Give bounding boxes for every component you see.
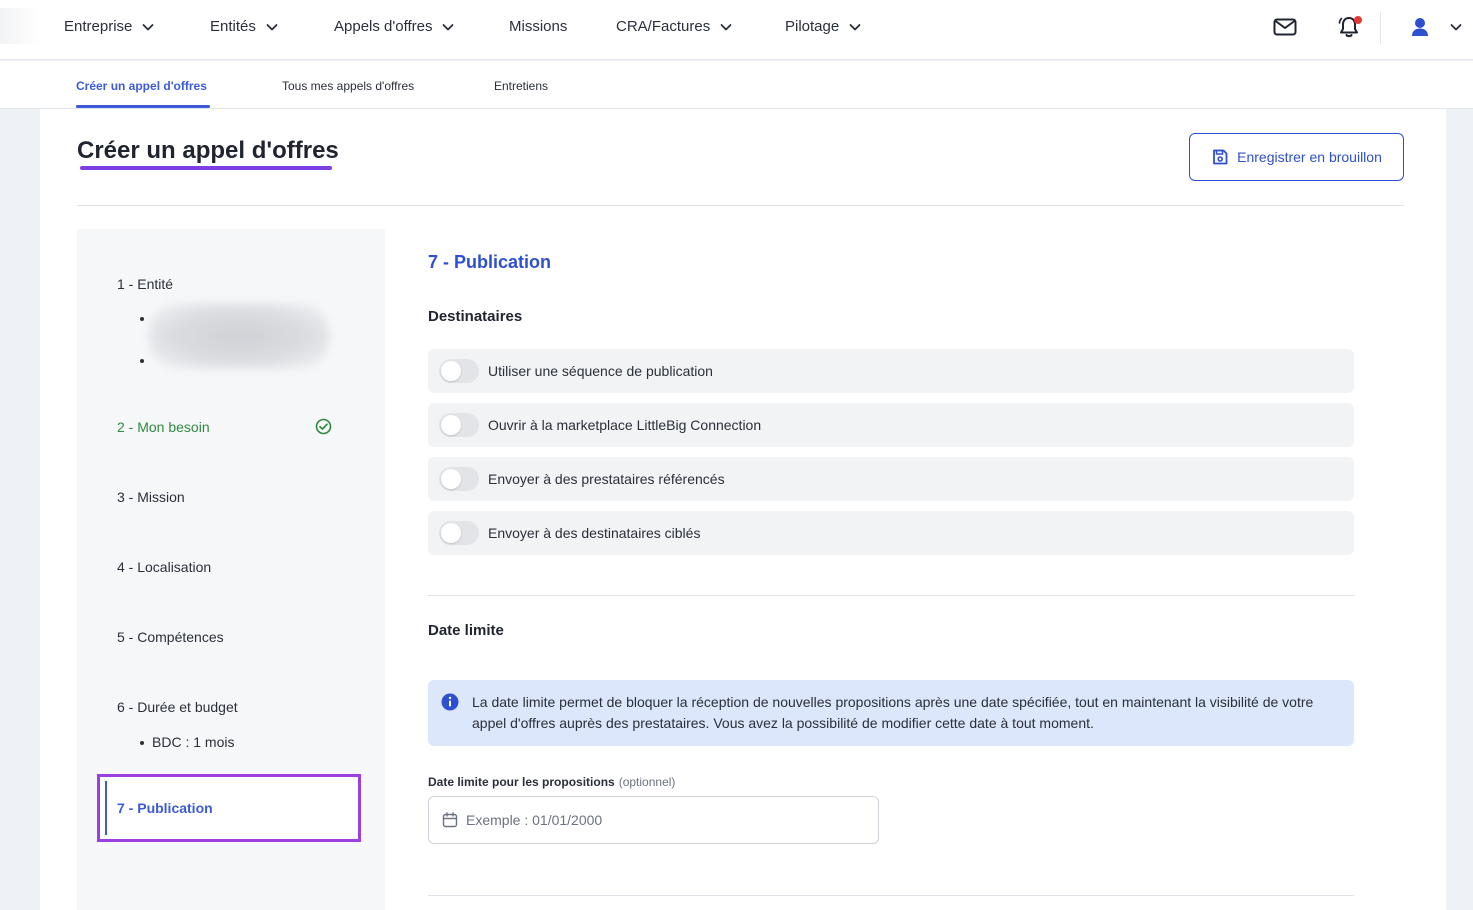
toggle-knob — [441, 469, 461, 489]
top-navigation: Entreprise Entités Appels d'offres Missi… — [0, 0, 1473, 60]
divider — [428, 595, 1354, 596]
step-entity[interactable]: 1 - Entité — [117, 276, 173, 292]
deadline-input[interactable] — [466, 812, 846, 828]
step-publication: 7 - Publication — [117, 800, 213, 816]
toggle-knob — [441, 523, 461, 543]
stepper: 1 - Entité 2 - Mon besoin 3 - Mission 4 … — [77, 229, 385, 910]
toggle-label: Envoyer à des prestataires référencés — [488, 471, 725, 487]
deadline-field-label: Date limite pour les propositions (option… — [428, 775, 675, 789]
active-tab-indicator — [76, 105, 210, 108]
toggle-label: Utiliser une séquence de publication — [488, 363, 713, 379]
recipients-heading: Destinataires — [428, 308, 523, 325]
chevron-down-icon — [266, 23, 278, 30]
toggle-label: Envoyer à des destinataires ciblés — [488, 525, 701, 541]
toggle-row-referenced-providers: Envoyer à des prestataires référencés — [428, 457, 1354, 501]
duration-summary: BDC : 1 mois — [152, 734, 235, 750]
toggle-label: Ouvrir à la marketplace LittleBig Connec… — [488, 417, 762, 433]
step-location[interactable]: 4 - Localisation — [117, 559, 211, 575]
bullet — [140, 741, 144, 745]
deadline-heading: Date limite — [428, 622, 504, 639]
section-title: 7 - Publication — [428, 252, 552, 272]
toggle-row-marketplace: Ouvrir à la marketplace LittleBig Connec… — [428, 403, 1354, 447]
nav-item-appels-offres[interactable]: Appels d'offres — [334, 18, 456, 35]
deadline-date-field[interactable] — [428, 796, 879, 844]
redacted-entity-info — [149, 303, 329, 369]
info-banner: La date limite permet de bloquer la réce… — [428, 680, 1354, 746]
mail-icon — [1273, 18, 1297, 36]
page-title: Créer un appel d'offres — [77, 137, 339, 164]
referenced-providers-toggle[interactable] — [439, 467, 479, 491]
nav-item-missions[interactable]: Missions — [509, 18, 567, 35]
bullet — [140, 317, 144, 321]
calendar-icon — [442, 812, 458, 828]
main-card: Créer un appel d'offres Enregistrer en b… — [40, 109, 1446, 910]
chevron-down-icon — [720, 23, 732, 30]
chevron-down-icon — [1450, 24, 1462, 31]
mail-button[interactable] — [1272, 14, 1298, 45]
tab-interviews[interactable]: Entretiens — [494, 79, 548, 93]
tab-all-tenders[interactable]: Tous mes appels d'offres — [282, 79, 414, 93]
info-icon — [441, 693, 459, 711]
title-underline — [80, 166, 332, 170]
chevron-down-icon — [443, 23, 454, 30]
divider — [77, 205, 1404, 206]
sub-navigation: Créer un appel d'offres Tous mes appels … — [0, 61, 1473, 109]
toggle-row-publication-sequence: Utiliser une séquence de publication — [428, 349, 1354, 393]
notification-badge — [1354, 16, 1362, 24]
step-skills[interactable]: 5 - Compétences — [117, 629, 224, 645]
step-my-need[interactable]: 2 - Mon besoin — [117, 419, 210, 435]
current-step-indicator — [105, 781, 107, 835]
nav-item-pilotage[interactable]: Pilotage — [785, 18, 863, 35]
save-draft-button[interactable]: Enregistrer en brouillon — [1189, 133, 1404, 181]
nav-item-entreprise[interactable]: Entreprise — [64, 18, 156, 35]
nav-divider — [1380, 12, 1381, 44]
notifications-button[interactable] — [1336, 14, 1362, 45]
user-menu[interactable] — [1408, 14, 1464, 40]
chevron-down-icon — [142, 23, 154, 30]
logo[interactable] — [0, 8, 40, 44]
save-draft-label: Enregistrer en brouillon — [1237, 149, 1382, 165]
check-circle-icon — [315, 418, 332, 435]
divider — [428, 895, 1354, 896]
step-mission[interactable]: 3 - Mission — [117, 489, 185, 505]
deadline-field-label-text: Date limite pour les propositions — [428, 775, 615, 789]
toggle-row-targeted-recipients: Envoyer à des destinataires ciblés — [428, 511, 1354, 555]
nav-item-cra-factures[interactable]: CRA/Factures — [616, 18, 734, 35]
save-icon — [1213, 149, 1228, 165]
current-step-highlight[interactable]: 7 - Publication — [97, 774, 361, 842]
publication-sequence-toggle[interactable] — [439, 359, 479, 383]
nav-item-entites[interactable]: Entités — [210, 18, 280, 35]
step-duration-budget[interactable]: 6 - Durée et budget — [117, 699, 238, 715]
bullet — [140, 359, 144, 363]
user-icon — [1412, 18, 1428, 36]
info-text: La date limite permet de bloquer la réce… — [472, 694, 1314, 731]
optional-label: (optionnel) — [618, 775, 676, 789]
tab-create-tender[interactable]: Créer un appel d'offres — [76, 79, 207, 93]
chevron-down-icon — [849, 23, 861, 30]
toggle-knob — [441, 415, 461, 435]
toggle-knob — [441, 361, 461, 381]
targeted-recipients-toggle[interactable] — [439, 521, 479, 545]
marketplace-toggle[interactable] — [439, 413, 479, 437]
